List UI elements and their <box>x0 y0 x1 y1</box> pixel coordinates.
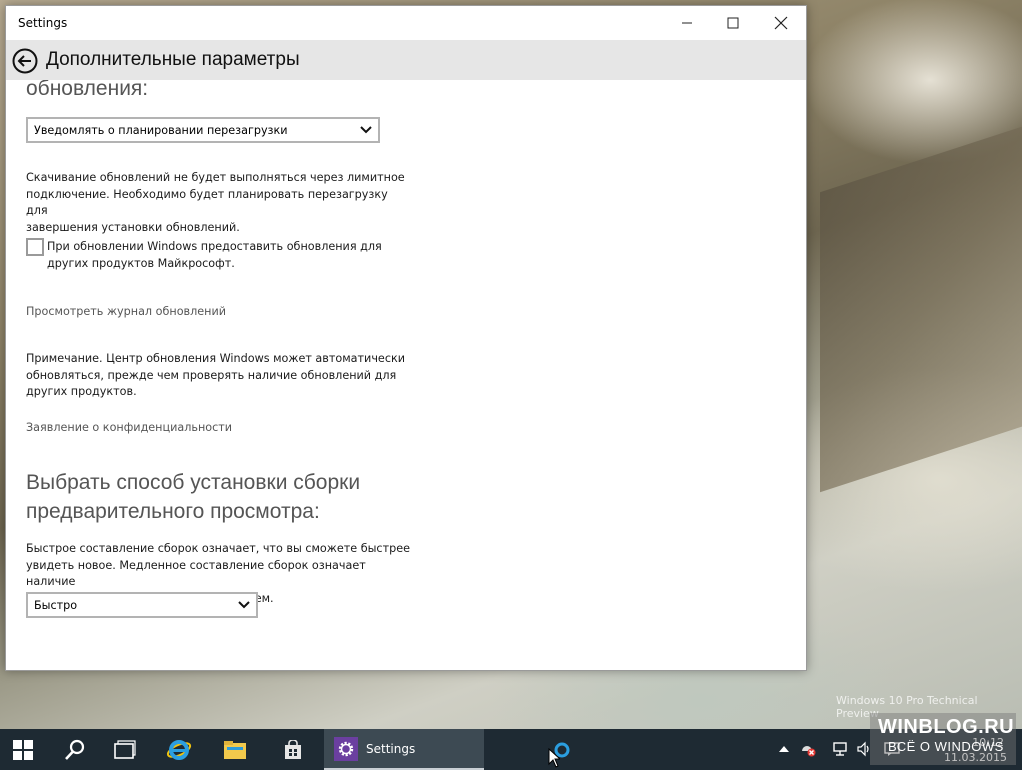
minimize-icon <box>682 22 692 24</box>
taskbar-settings-app[interactable]: Settings <box>324 729 484 770</box>
mouse-cursor-icon <box>548 748 560 768</box>
action-center-alert-icon[interactable] <box>800 741 816 757</box>
back-arrow-icon <box>12 48 38 74</box>
network-icon[interactable] <box>832 741 848 757</box>
restart-option-value: Уведомлять о планировании перезагрузки <box>34 123 288 137</box>
folder-icon <box>224 740 246 759</box>
search-button[interactable] <box>52 729 98 770</box>
close-icon <box>774 16 788 30</box>
note-text: Примечание. Центр обновления Windows мож… <box>26 352 405 398</box>
settings-content[interactable]: обновления: Уведомлять о планировании пе… <box>6 80 806 670</box>
restart-option-dropdown[interactable]: Уведомлять о планировании перезагрузки <box>26 117 380 143</box>
show-hidden-icons-icon[interactable] <box>776 741 792 757</box>
settings-window: Settings Дополнительные параметры обновл… <box>5 5 807 671</box>
gear-icon <box>334 736 358 761</box>
build-speed-value: Быстро <box>34 598 78 612</box>
store-bag-icon <box>285 739 301 759</box>
build-speed-dropdown[interactable]: Быстро <box>26 592 258 618</box>
close-button[interactable] <box>758 6 804 40</box>
title-bar[interactable]: Settings <box>6 6 806 40</box>
update-history-link[interactable]: Просмотреть журнал обновлений <box>26 305 226 318</box>
site-watermark-line2: ВСЁ О WINDOWS <box>888 739 1004 754</box>
minimize-button[interactable] <box>664 6 710 40</box>
maximize-button[interactable] <box>710 6 756 40</box>
preview-build-heading: Выбрать способ установки сборки предвари… <box>26 471 361 523</box>
page-title: Дополнительные параметры <box>46 49 300 70</box>
privacy-statement-link[interactable]: Заявление о конфиденциальности <box>26 421 232 434</box>
task-view-icon <box>114 739 136 759</box>
site-watermark: WINBLOG.RU ВСЁ О WINDOWS <box>870 713 1016 765</box>
file-explorer-button[interactable] <box>212 729 258 770</box>
windows-logo-icon <box>13 739 33 760</box>
back-button[interactable] <box>12 48 38 74</box>
metered-connection-text: Скачивание обновлений не будет выполнять… <box>26 171 405 234</box>
maximize-icon <box>727 17 739 29</box>
wallpaper-rock <box>820 107 1022 493</box>
restart-section-heading: обновления: <box>26 80 149 100</box>
chevron-down-icon <box>238 601 250 609</box>
chevron-down-icon <box>360 126 372 134</box>
page-header: Дополнительные параметры <box>6 40 806 80</box>
window-title: Settings <box>18 16 68 30</box>
other-products-label: При обновлении Windows предоставить обно… <box>47 240 382 270</box>
store-button[interactable] <box>270 729 316 770</box>
site-watermark-line1: WINBLOG.RU <box>878 716 1015 738</box>
other-products-checkbox[interactable] <box>26 238 44 256</box>
start-button[interactable] <box>0 729 46 770</box>
taskbar-settings-label: Settings <box>366 741 416 756</box>
task-view-button[interactable] <box>102 729 148 770</box>
taskbar: Settings 10:12 11.03.2015 <box>0 729 1022 770</box>
internet-explorer-button[interactable] <box>156 729 202 770</box>
search-icon <box>65 739 85 760</box>
internet-explorer-icon <box>166 739 192 760</box>
